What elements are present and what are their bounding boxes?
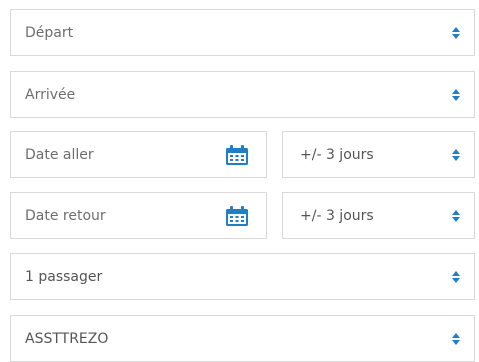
select-arrows-icon <box>452 88 460 101</box>
select-arrows-icon <box>452 332 460 345</box>
return-flex-select[interactable]: +/- 3 jours <box>282 192 475 239</box>
passengers-value: 1 passager <box>25 268 103 285</box>
return-date-field[interactable]: Date retour <box>10 192 267 239</box>
outbound-flex-value: +/- 3 jours <box>300 146 374 163</box>
card-select[interactable]: ASSTTREZO <box>10 315 475 362</box>
outbound-flex-select[interactable]: +/- 3 jours <box>282 131 475 178</box>
return-flex-value: +/- 3 jours <box>300 207 374 224</box>
card-value: ASSTTREZO <box>25 330 109 347</box>
select-arrows-icon <box>452 148 460 161</box>
return-date-placeholder: Date retour <box>25 207 106 224</box>
select-arrows-icon <box>452 209 460 222</box>
passengers-select[interactable]: 1 passager <box>10 253 475 300</box>
outbound-date-field[interactable]: Date aller <box>10 131 267 178</box>
departure-select[interactable]: Départ <box>10 9 475 56</box>
select-arrows-icon <box>452 270 460 283</box>
calendar-icon[interactable] <box>226 144 248 165</box>
select-arrows-icon <box>452 26 460 39</box>
calendar-icon[interactable] <box>226 205 248 226</box>
outbound-date-placeholder: Date aller <box>25 146 94 163</box>
departure-label: Départ <box>25 24 74 41</box>
arrival-label: Arrivée <box>25 86 76 103</box>
arrival-select[interactable]: Arrivée <box>10 71 475 118</box>
